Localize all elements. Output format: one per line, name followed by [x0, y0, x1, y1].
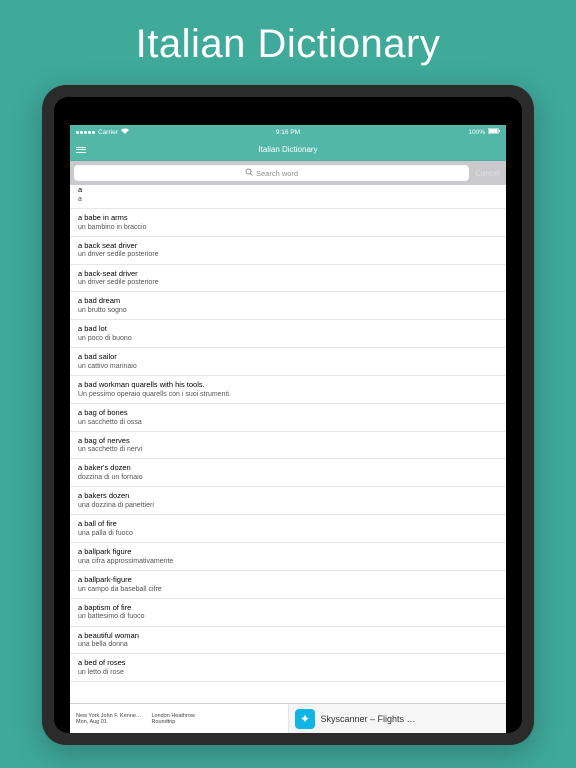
list-item[interactable]: a beautiful womanuna bella donna — [70, 627, 506, 655]
list-item[interactable]: a back-seat driverun driver sedile poste… — [70, 265, 506, 293]
app-title: Italian Dictionary — [258, 145, 317, 154]
entry-italian: una palla di fuoco — [78, 529, 498, 538]
list-item[interactable]: a bakers dozenuna dozzina di panettieri — [70, 487, 506, 515]
entry-italian: un cattivo marinaio — [78, 362, 498, 371]
entry-english: a bad lot — [78, 324, 498, 334]
app-header: Italian Dictionary — [70, 139, 506, 161]
entry-italian: Un pessimo operaio quarells con i suoi s… — [78, 390, 498, 399]
list-item[interactable]: a ballpark figureuna cifra approssimativ… — [70, 543, 506, 571]
entry-english: a ballpark-figure — [78, 575, 498, 585]
ad-date: Mon, Aug 01 — [76, 719, 141, 725]
list-item[interactable]: a bag of bonesun sacchetto di ossa — [70, 404, 506, 432]
menu-button[interactable] — [76, 139, 86, 160]
cancel-button[interactable]: Cancel — [473, 169, 502, 178]
list-item[interactable]: a back seat driverun driver sedile poste… — [70, 237, 506, 265]
clock-label: 9:16 PM — [70, 129, 506, 136]
list-item[interactable]: a baker's dozendozzina di un fornaio — [70, 459, 506, 487]
list-item[interactable]: a bad sailorun cattivo marinaio — [70, 348, 506, 376]
status-bar: Carrier 9:16 PM 100% — [70, 125, 506, 139]
entry-english: a — [78, 185, 498, 195]
list-item[interactable]: a bad dreamun brutto sogno — [70, 292, 506, 320]
entry-english: a bed of roses — [78, 658, 498, 668]
promo-title: Italian Dictionary — [136, 22, 441, 67]
entry-english: a babe in arms — [78, 213, 498, 223]
entry-italian: un battesimo di fuoco — [78, 612, 498, 621]
list-item[interactable]: a bag of nervesun sacchetto di nervi — [70, 432, 506, 460]
list-item[interactable]: a bed of rosesun letto di rose — [70, 654, 506, 682]
entry-english: a beautiful woman — [78, 631, 498, 641]
list-item[interactable]: a ballpark-figureun campo da baseball ci… — [70, 571, 506, 599]
ad-trip: Roundtrip — [151, 719, 194, 725]
list-item[interactable]: a babe in armsun bambino in braccio — [70, 209, 506, 237]
ad-title: Skyscanner – Flights … — [321, 714, 416, 724]
entry-english: a back seat driver — [78, 241, 498, 251]
search-icon — [245, 168, 253, 178]
entry-english: a baker's dozen — [78, 463, 498, 473]
search-input[interactable]: Search word — [74, 165, 469, 181]
skyscanner-icon — [295, 709, 315, 729]
entry-italian: un bambino in braccio — [78, 223, 498, 232]
list-item[interactable]: aa — [70, 181, 506, 209]
entry-english: a bag of nerves — [78, 436, 498, 446]
list-item[interactable]: a baptism of fireun battesimo di fuoco — [70, 599, 506, 627]
entry-italian: a — [78, 195, 498, 204]
list-item[interactable]: a bad workman quarells with his tools.Un… — [70, 376, 506, 404]
list-item[interactable]: a bad lotun poco di buono — [70, 320, 506, 348]
entry-english: a ball of fire — [78, 519, 498, 529]
entry-italian: un campo da baseball cifre — [78, 585, 498, 594]
entry-english: a bad sailor — [78, 352, 498, 362]
entry-italian: un driver sedile posteriore — [78, 278, 498, 287]
entry-italian: una dozzina di panettieri — [78, 501, 498, 510]
entry-italian: una cifra approssimativamente — [78, 557, 498, 566]
ad-left-panel: New York John F. Kenne… Mon, Aug 01 Lond… — [70, 704, 289, 733]
entry-english: a back-seat driver — [78, 269, 498, 279]
entry-italian: un letto di rose — [78, 668, 498, 677]
entry-english: a bakers dozen — [78, 491, 498, 501]
entry-english: a bad dream — [78, 296, 498, 306]
entry-english: a ballpark figure — [78, 547, 498, 557]
ad-banner[interactable]: New York John F. Kenne… Mon, Aug 01 Lond… — [70, 703, 506, 733]
word-list[interactable]: aaa babe in armsun bambino in braccioa b… — [70, 181, 506, 703]
entry-italian: un sacchetto di ossa — [78, 418, 498, 427]
entry-italian: una bella donna — [78, 640, 498, 649]
entry-english: a bag of bones — [78, 408, 498, 418]
entry-italian: un brutto sogno — [78, 306, 498, 315]
entry-italian: un poco di buono — [78, 334, 498, 343]
search-placeholder: Search word — [256, 169, 298, 178]
tablet-frame: Carrier 9:16 PM 100% — [42, 85, 534, 745]
entry-italian: un sacchetto di nervi — [78, 445, 498, 454]
hamburger-icon — [76, 147, 86, 153]
entry-english: a bad workman quarells with his tools. — [78, 380, 498, 390]
list-item[interactable]: a ball of fireuna palla di fuoco — [70, 515, 506, 543]
entry-italian: dozzina di un fornaio — [78, 473, 498, 482]
entry-italian: un driver sedile posteriore — [78, 250, 498, 259]
app-screen: Carrier 9:16 PM 100% — [70, 125, 506, 733]
ad-right-panel: Skyscanner – Flights … — [289, 704, 507, 733]
entry-english: a baptism of fire — [78, 603, 498, 613]
